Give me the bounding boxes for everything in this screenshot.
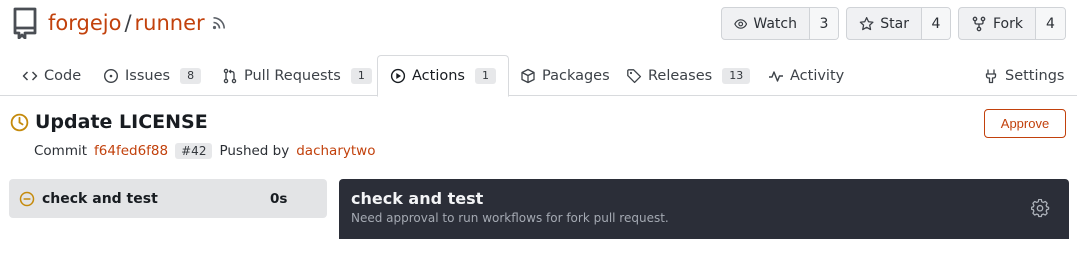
tools-icon: [985, 69, 997, 83]
code-icon: [22, 70, 38, 81]
repo-separator: /: [124, 11, 132, 35]
pull-request-icon: [223, 68, 237, 83]
commit-info: Commit f64fed6f88 #42 Pushed by dacharyt…: [34, 143, 375, 159]
tab-label: Actions: [412, 68, 465, 84]
rss-icon[interactable]: [212, 16, 226, 30]
watch-count[interactable]: 3: [809, 8, 838, 39]
tab-count-badge: 1: [474, 68, 496, 84]
tab-releases[interactable]: Releases 13: [626, 55, 751, 96]
tab-count-badge: 1: [350, 67, 372, 84]
repo-icon: [13, 7, 37, 39]
tab-packages[interactable]: Packages: [520, 55, 610, 96]
watch-button-group: Watch 3: [721, 7, 839, 40]
fork-count[interactable]: 4: [1034, 8, 1065, 39]
repo-header: forgejo / runner Watch 3 Star 4 Fork 4: [0, 0, 1077, 50]
tab-actions[interactable]: Actions 1: [377, 55, 509, 97]
repo-owner-link[interactable]: forgejo: [48, 11, 121, 35]
pushed-by-label: Pushed by: [219, 143, 290, 159]
commit-label: Commit: [34, 143, 88, 159]
fork-label: Fork: [993, 15, 1023, 32]
pr-number-badge[interactable]: #42: [175, 143, 213, 159]
tab-settings[interactable]: Settings: [983, 55, 1064, 96]
tab-count-badge: 8: [180, 67, 202, 84]
job-duration: 0s: [270, 190, 288, 207]
approve-button[interactable]: Approve: [984, 109, 1066, 138]
tab-label: Issues: [125, 67, 171, 84]
repo-tabs: Code Issues 8 Pull Requests 1 Actions 1 …: [0, 55, 1077, 97]
run-title: Update LICENSE: [10, 111, 208, 133]
star-label: Star: [880, 15, 909, 32]
tab-label: Pull Requests: [244, 67, 341, 84]
gear-icon[interactable]: [1031, 199, 1050, 218]
tab-activity[interactable]: Activity: [768, 55, 844, 96]
tab-label: Releases: [648, 67, 713, 84]
tab-code[interactable]: Code: [22, 55, 81, 96]
job-list-item[interactable]: check and test 0s: [9, 179, 327, 218]
tab-issues[interactable]: Issues 8: [103, 55, 202, 96]
star-button[interactable]: Star: [847, 8, 921, 39]
pulse-icon: [769, 70, 783, 82]
fork-button[interactable]: Fork: [959, 8, 1035, 39]
repo-title: forgejo / runner: [48, 9, 205, 37]
run-title-text: Update LICENSE: [35, 111, 208, 133]
star-button-group: Star 4: [846, 7, 951, 40]
tab-label: Code: [44, 67, 82, 84]
commit-sha-link[interactable]: f64fed6f88: [94, 143, 168, 159]
blocked-icon: [19, 191, 35, 206]
tab-pull-requests[interactable]: Pull Requests 1: [222, 55, 372, 96]
job-panel-title: check and test: [351, 189, 484, 208]
eye-icon: [734, 18, 748, 29]
job-panel-message: Need approval to run workflows for fork …: [351, 211, 669, 225]
star-count[interactable]: 4: [921, 8, 950, 39]
tab-label: Activity: [790, 67, 845, 84]
tab-label: Settings: [1005, 67, 1065, 84]
tab-label: Packages: [542, 67, 610, 84]
play-icon: [390, 68, 406, 84]
watch-label: Watch: [753, 15, 797, 32]
job-detail-panel: check and test Need approval to run work…: [339, 179, 1069, 239]
star-icon: [859, 16, 874, 30]
package-icon: [521, 68, 535, 83]
tab-count-badge: 13: [722, 67, 751, 84]
pusher-link[interactable]: dacharytwo: [296, 143, 375, 159]
watch-button[interactable]: Watch: [722, 8, 809, 39]
repo-name-link[interactable]: runner: [135, 11, 205, 35]
clock-icon: [10, 113, 29, 131]
fork-icon: [972, 16, 986, 31]
issue-icon: [103, 68, 119, 83]
tag-icon: [627, 68, 642, 83]
fork-button-group: Fork 4: [958, 7, 1066, 40]
job-name: check and test: [42, 190, 158, 207]
